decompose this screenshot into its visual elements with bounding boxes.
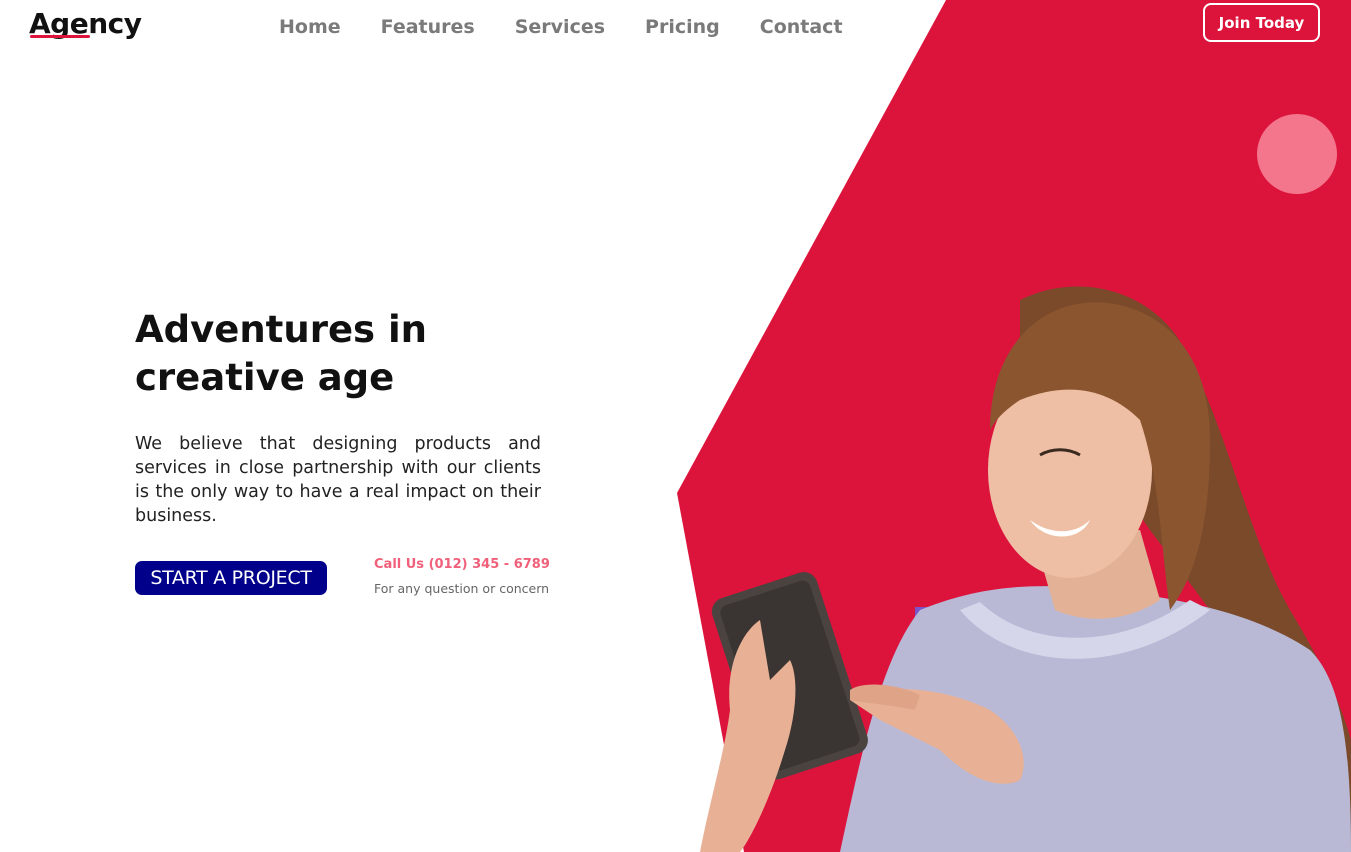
call-us-link[interactable]: Call Us (012) 345 - 6789	[374, 557, 550, 572]
decorative-circle	[1257, 114, 1337, 194]
hero-title: Adventures in creative age	[135, 306, 555, 402]
call-us-subtext: For any question or concern	[374, 581, 550, 596]
nav-services[interactable]: Services	[515, 16, 605, 38]
join-today-button[interactable]: Join Today	[1203, 3, 1320, 42]
nav-home[interactable]: Home	[279, 16, 341, 38]
hero-title-line1: Adventures in	[135, 308, 427, 351]
site-header: Agency Home Features Services Pricing Co…	[0, 0, 1351, 56]
woman-with-tablet-illustration	[700, 286, 1351, 852]
landing-page: Agency Home Features Services Pricing Co…	[0, 0, 1351, 852]
nav-contact[interactable]: Contact	[760, 16, 843, 38]
start-project-button[interactable]: START A PROJECT	[135, 561, 327, 595]
nav-features[interactable]: Features	[381, 16, 475, 38]
logo-underline	[30, 35, 90, 38]
hero-title-line2: creative age	[135, 356, 395, 399]
hero-description: We believe that designing products and s…	[135, 434, 541, 526]
main-nav: Home Features Services Pricing Contact	[279, 16, 883, 38]
nav-pricing[interactable]: Pricing	[645, 16, 720, 38]
